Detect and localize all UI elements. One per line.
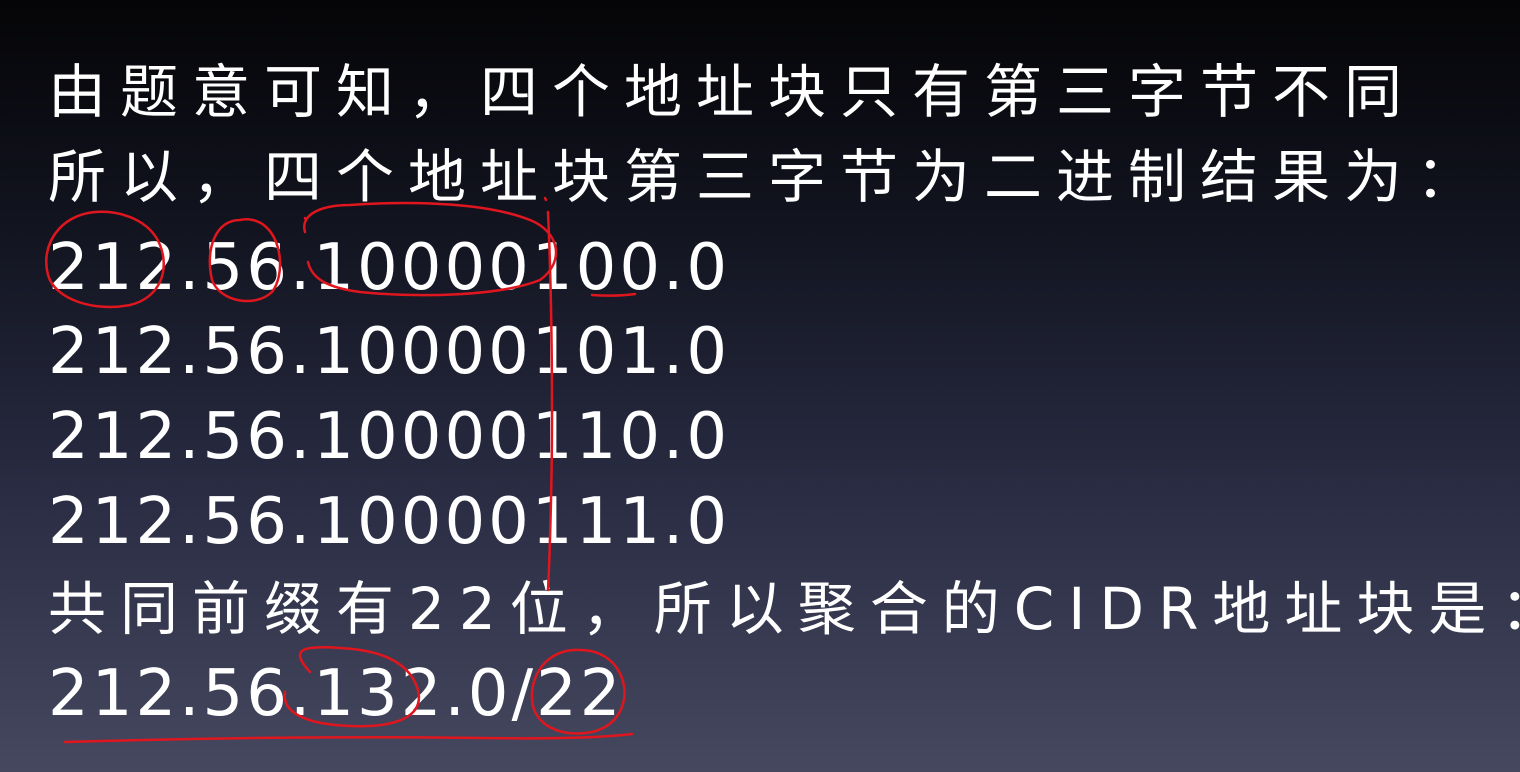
slide: 由题意可知，四个地址块只有第三字节不同 所以，四个地址块第三字节为二进制结果为：… bbox=[0, 0, 1520, 772]
address-block-2: 212.56.10000101.0 bbox=[48, 315, 731, 389]
address-block-3: 212.56.10000110.0 bbox=[48, 400, 731, 474]
cidr-result: 212.56.132.0/22 bbox=[48, 657, 624, 731]
address-block-4: 212.56.10000111.0 bbox=[48, 485, 731, 559]
address-block-1: 212.56.10000100.0 bbox=[48, 231, 731, 305]
result-underline bbox=[63, 732, 634, 744]
statement-line: 由题意可知，四个地址块只有第三字节不同 bbox=[48, 58, 1417, 126]
binary-intro-line: 所以，四个地址块第三字节为二进制结果为： bbox=[48, 143, 1489, 211]
conclusion-line: 共同前缀有22位，所以聚合的CIDR地址块是： bbox=[48, 575, 1520, 643]
